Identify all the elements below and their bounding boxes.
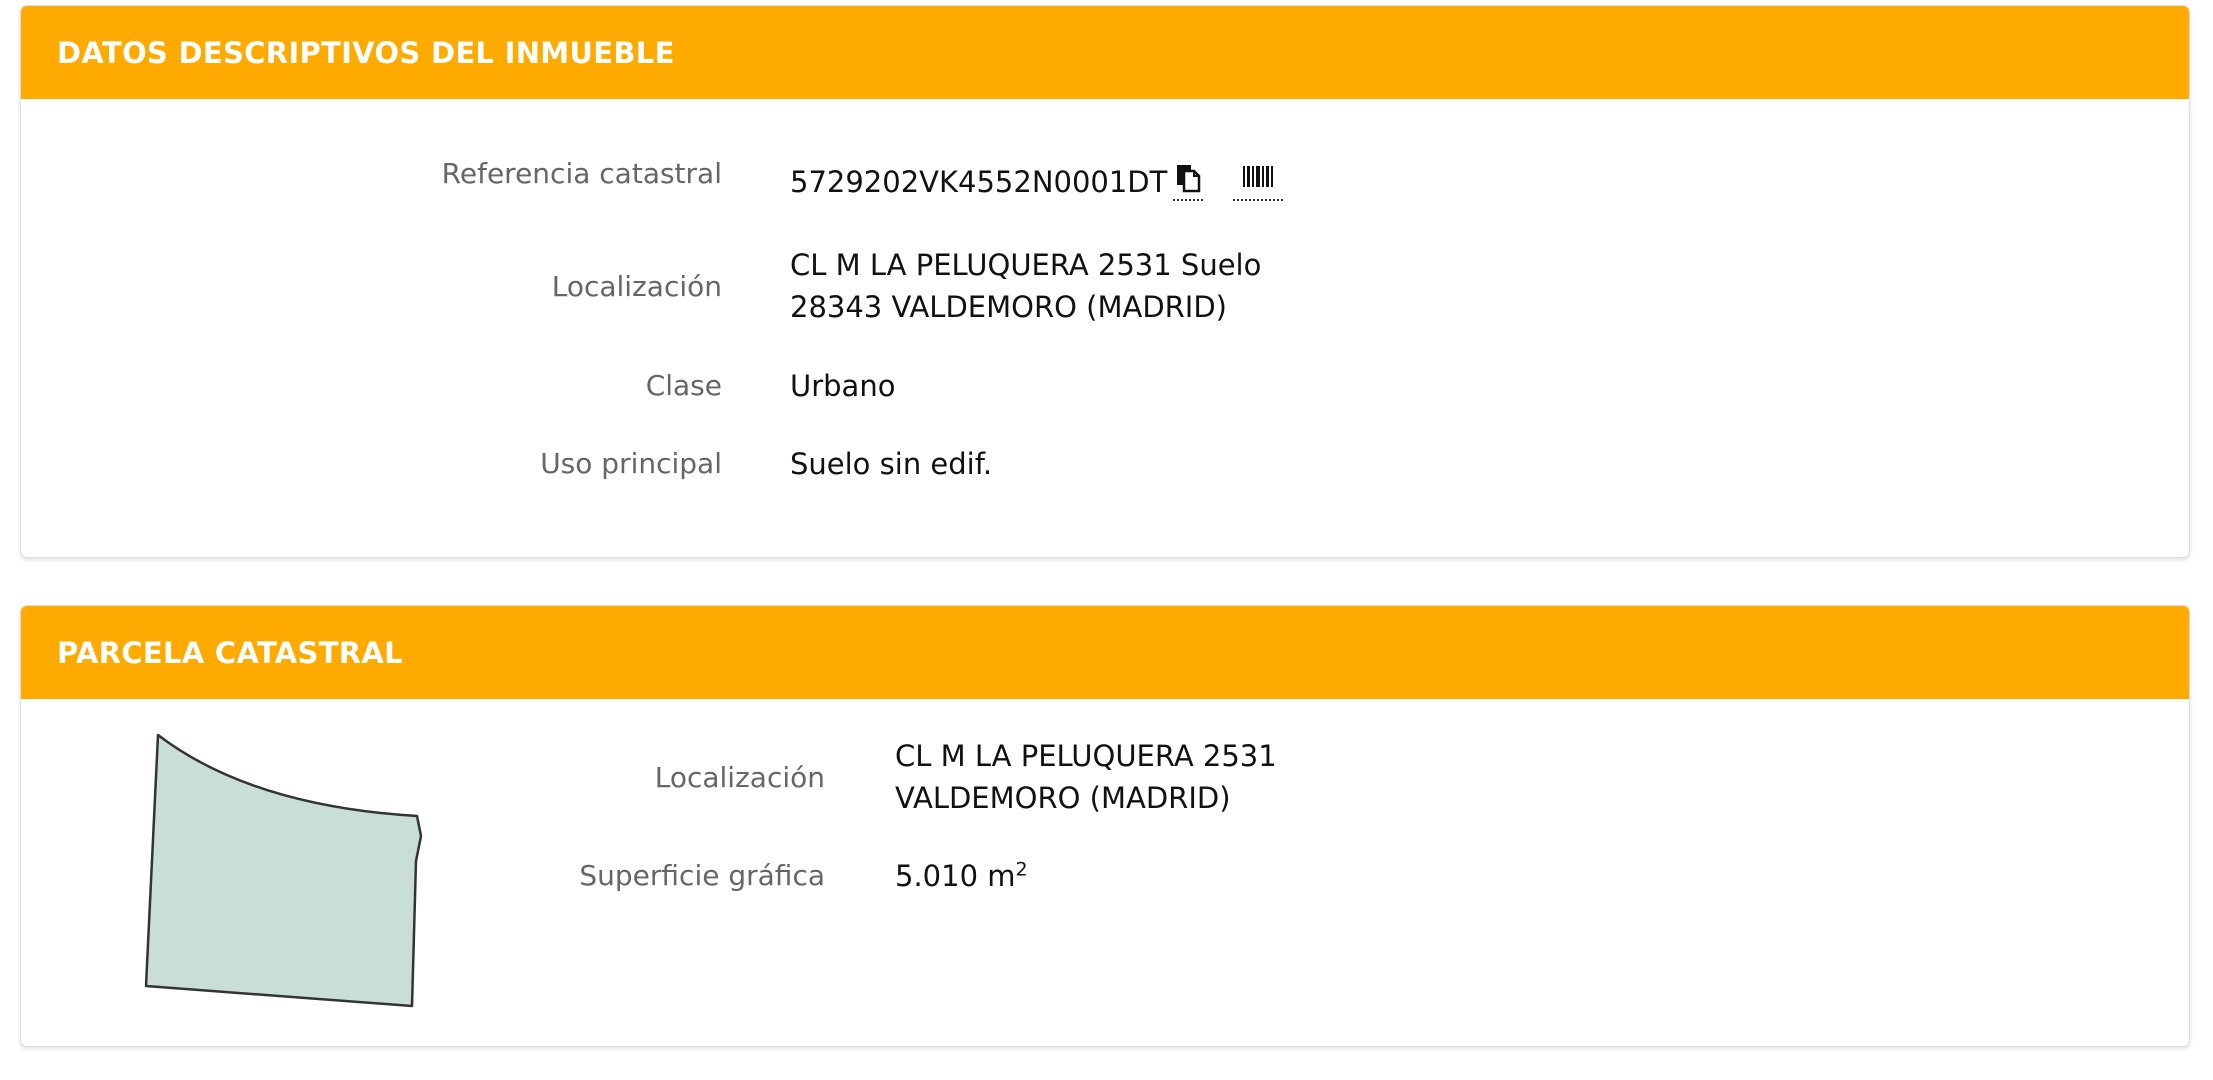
referencia-catastral-label: Referencia catastral [441,157,722,190]
parcela-localizacion-value: CL M LA PELUQUERA 2531 VALDEMORO (MADRID… [895,735,1277,819]
superficie-unit-exponent: 2 [1015,858,1028,881]
clase-value: Urbano [790,369,896,403]
localizacion-label: Localización [551,270,722,303]
barcode-icon [1243,166,1274,187]
parcela-catastral-panel: PARCELA CATASTRAL Localización CL M LA P… [20,605,2190,1047]
referencia-catastral-row: 5729202VK4552N0001DT [790,161,1284,203]
datos-descriptivos-panel: DATOS DESCRIPTIVOS DEL INMUEBLE Referenc… [20,5,2190,558]
localizacion-line-1: CL M LA PELUQUERA 2531 Suelo [790,248,1262,282]
barcode-button[interactable] [1233,163,1284,201]
panel-title-datos: DATOS DESCRIPTIVOS DEL INMUEBLE [57,35,675,70]
copy-icon [1177,165,1201,193]
superficie-grafica-value: 5.010 m2 [895,855,1028,897]
parcela-localizacion-line-2: VALDEMORO (MADRID) [895,781,1231,815]
superficie-grafica-number: 5.010 m [895,859,1016,893]
localizacion-line-2: 28343 VALDEMORO (MADRID) [790,290,1227,324]
superficie-grafica-label: Superficie gráfica [579,859,825,892]
panel-header-datos: DATOS DESCRIPTIVOS DEL INMUEBLE [21,6,2189,99]
localizacion-value: CL M LA PELUQUERA 2531 Suelo 28343 VALDE… [790,244,1261,328]
referencia-catastral-value: 5729202VK4552N0001DT [790,165,1168,199]
copy-reference-button[interactable] [1173,163,1204,201]
uso-principal-value: Suelo sin edif. [790,447,993,481]
parcela-localizacion-label: Localización [654,761,825,794]
clase-label: Clase [645,369,722,402]
panel-header-parcela: PARCELA CATASTRAL [21,606,2189,699]
parcela-localizacion-line-1: CL M LA PELUQUERA 2531 [895,739,1277,773]
panel-title-parcela: PARCELA CATASTRAL [57,635,403,670]
uso-principal-label: Uso principal [540,447,722,480]
